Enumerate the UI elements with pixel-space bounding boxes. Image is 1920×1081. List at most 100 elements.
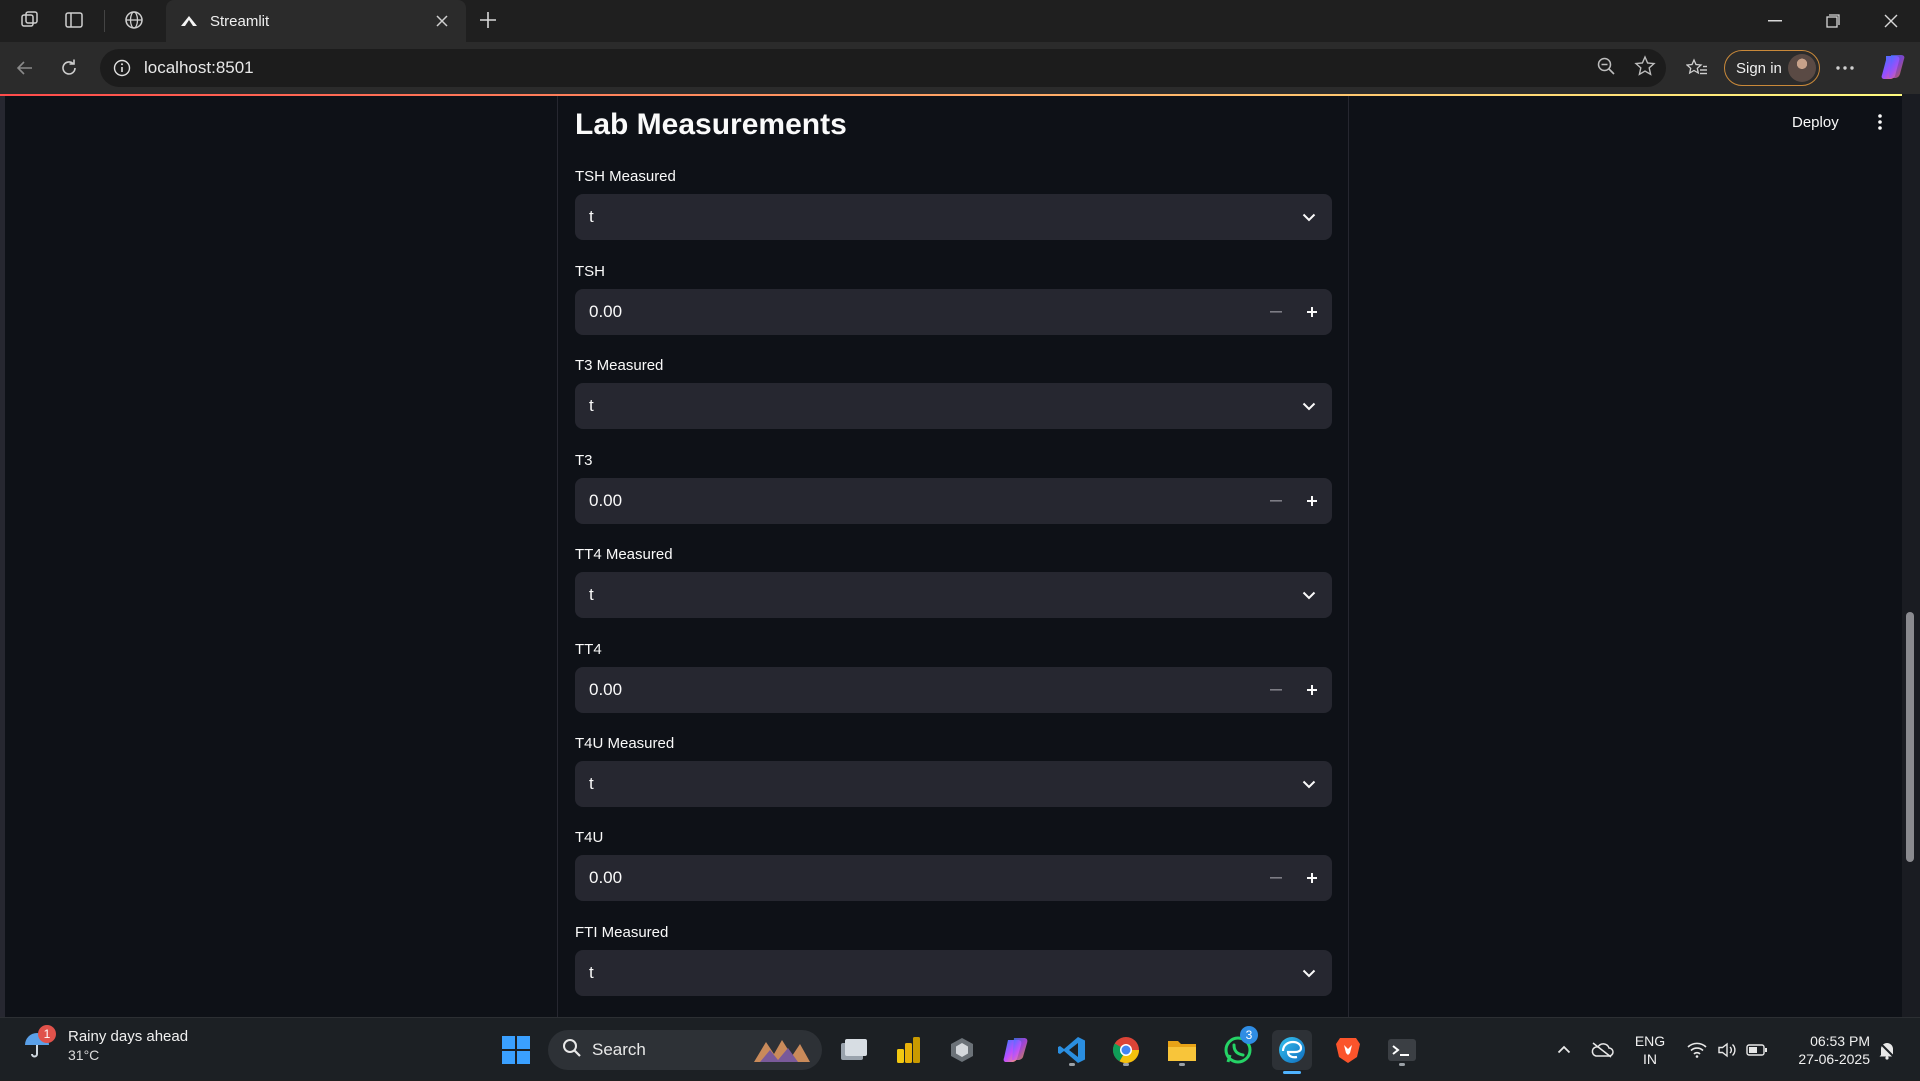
sign-in-button[interactable]: Sign in bbox=[1724, 50, 1820, 86]
zoom-out-icon[interactable] bbox=[1596, 56, 1616, 81]
increment-button[interactable] bbox=[1294, 289, 1330, 335]
select-value: t bbox=[589, 963, 594, 982]
number-value: 0.00 bbox=[589, 302, 623, 321]
globe-icon[interactable] bbox=[118, 6, 150, 34]
t3-number-input[interactable]: 0.00 bbox=[575, 478, 1332, 524]
brave-icon[interactable] bbox=[1328, 1030, 1368, 1070]
power-bi-icon[interactable] bbox=[888, 1030, 928, 1070]
running-indicator bbox=[1123, 1063, 1129, 1066]
weather-widget[interactable]: 1 Rainy days ahead 31°C bbox=[22, 1024, 188, 1063]
sidebar bbox=[0, 96, 558, 1017]
back-icon[interactable] bbox=[8, 52, 42, 84]
onedrive-offline-icon[interactable] bbox=[1588, 1018, 1616, 1081]
search-label: Search bbox=[592, 1040, 646, 1059]
vertical-tabs-icon[interactable] bbox=[58, 6, 90, 34]
deploy-button[interactable]: Deploy bbox=[1792, 114, 1839, 131]
page-title: Lab Measurements bbox=[575, 108, 847, 141]
increment-button[interactable] bbox=[1294, 855, 1330, 901]
tt4-number-input[interactable]: 0.00 bbox=[575, 667, 1332, 713]
language-code: ENG bbox=[1634, 1033, 1666, 1049]
main-menu-icon[interactable] bbox=[1872, 112, 1888, 132]
clock-date: 27-06-2025 bbox=[1798, 1051, 1870, 1067]
t4u-number-input[interactable]: 0.00 bbox=[575, 855, 1332, 901]
field-label: T3 bbox=[575, 452, 593, 469]
streamlit-logo-icon bbox=[180, 12, 198, 30]
running-indicator bbox=[1179, 1063, 1185, 1066]
copilot-icon[interactable] bbox=[1878, 52, 1908, 82]
site-info-icon[interactable] bbox=[112, 58, 132, 78]
decrement-button[interactable] bbox=[1258, 855, 1294, 901]
scrollbar-track[interactable] bbox=[1902, 94, 1920, 1017]
whatsapp-badge: 3 bbox=[1240, 1026, 1258, 1044]
close-tab-icon[interactable] bbox=[432, 11, 452, 31]
favorite-star-icon[interactable] bbox=[1634, 54, 1656, 82]
chrome-icon[interactable] bbox=[1106, 1030, 1146, 1070]
chevron-down-icon bbox=[1300, 397, 1318, 415]
increment-button[interactable] bbox=[1294, 667, 1330, 713]
volume-icon[interactable] bbox=[1714, 1018, 1740, 1081]
windows-start-icon[interactable] bbox=[496, 1030, 536, 1070]
field-label: T3 Measured bbox=[575, 357, 664, 374]
task-view-icon[interactable] bbox=[834, 1030, 874, 1070]
select-value: t bbox=[589, 585, 594, 604]
edge-icon[interactable] bbox=[1272, 1030, 1312, 1074]
file-explorer-icon[interactable] bbox=[1162, 1030, 1202, 1070]
taskbar-search[interactable]: Search bbox=[548, 1030, 822, 1070]
number-value: 0.00 bbox=[589, 491, 623, 510]
t3-measured-select[interactable]: t bbox=[575, 383, 1332, 429]
vscode-icon[interactable] bbox=[1052, 1030, 1092, 1070]
more-options-icon[interactable] bbox=[1828, 52, 1862, 84]
tsh-measured-select[interactable]: t bbox=[575, 194, 1332, 240]
wifi-icon[interactable] bbox=[1684, 1018, 1710, 1081]
terminal-icon[interactable] bbox=[1382, 1030, 1422, 1070]
decrement-button[interactable] bbox=[1258, 667, 1294, 713]
workspaces-icon[interactable] bbox=[14, 6, 46, 34]
t4u-measured-select[interactable]: t bbox=[575, 761, 1332, 807]
main-content: Lab Measurements TSH Measured t TSH 0.00… bbox=[559, 96, 1349, 1017]
url-text: localhost:8501 bbox=[144, 58, 254, 77]
increment-button[interactable] bbox=[1294, 478, 1330, 524]
new-tab-icon[interactable] bbox=[472, 6, 504, 34]
battery-icon[interactable] bbox=[1744, 1018, 1770, 1081]
copilot-app-icon[interactable] bbox=[996, 1030, 1036, 1070]
chevron-down-icon bbox=[1300, 586, 1318, 604]
scrollbar-thumb[interactable] bbox=[1906, 612, 1914, 862]
fti-measured-select[interactable]: t bbox=[575, 950, 1332, 996]
field-label: TSH bbox=[575, 263, 605, 280]
whatsapp-icon[interactable]: 3 bbox=[1218, 1026, 1258, 1070]
number-value: 0.00 bbox=[589, 868, 623, 887]
chevron-down-icon bbox=[1300, 964, 1318, 982]
address-bar[interactable]: localhost:8501 bbox=[100, 49, 1666, 87]
streamlit-page: Lab Measurements TSH Measured t TSH 0.00… bbox=[0, 94, 1920, 1017]
tab-streamlit[interactable]: Streamlit bbox=[166, 0, 466, 42]
close-window-icon[interactable] bbox=[1862, 0, 1920, 42]
search-highlight-icon bbox=[752, 1034, 812, 1071]
browser-toolbar: localhost:8501 Sign in bbox=[0, 42, 1920, 94]
field-label: TT4 bbox=[575, 641, 602, 658]
field-label: T4U Measured bbox=[575, 735, 675, 752]
active-indicator bbox=[1283, 1071, 1301, 1074]
tt4-measured-select[interactable]: t bbox=[575, 572, 1332, 618]
app-polygon-icon[interactable] bbox=[942, 1030, 982, 1070]
weather-badge: 1 bbox=[38, 1024, 56, 1043]
refresh-icon[interactable] bbox=[52, 52, 86, 84]
sign-in-label: Sign in bbox=[1736, 59, 1782, 77]
field-label: T4U bbox=[575, 829, 604, 846]
sidebar-edge bbox=[0, 96, 5, 1017]
decrement-button[interactable] bbox=[1258, 289, 1294, 335]
minimize-icon[interactable] bbox=[1746, 0, 1804, 42]
favorites-icon[interactable] bbox=[1680, 52, 1714, 84]
show-hidden-icons-icon[interactable] bbox=[1550, 1018, 1578, 1081]
decrement-button[interactable] bbox=[1258, 478, 1294, 524]
chevron-down-icon bbox=[1300, 775, 1318, 793]
running-indicator bbox=[1399, 1063, 1405, 1066]
search-icon bbox=[562, 1038, 582, 1063]
restore-icon[interactable] bbox=[1804, 0, 1862, 42]
chevron-down-icon bbox=[1300, 208, 1318, 226]
profile-avatar bbox=[1788, 54, 1816, 82]
field-label: TT4 Measured bbox=[575, 546, 673, 563]
taskbar-clock[interactable]: 06:53 PM 27-06-2025 bbox=[1778, 1032, 1870, 1068]
input-language[interactable]: ENG IN bbox=[1630, 1032, 1670, 1068]
notifications-icon[interactable] bbox=[1874, 1018, 1900, 1081]
tsh-number-input[interactable]: 0.00 bbox=[575, 289, 1332, 335]
